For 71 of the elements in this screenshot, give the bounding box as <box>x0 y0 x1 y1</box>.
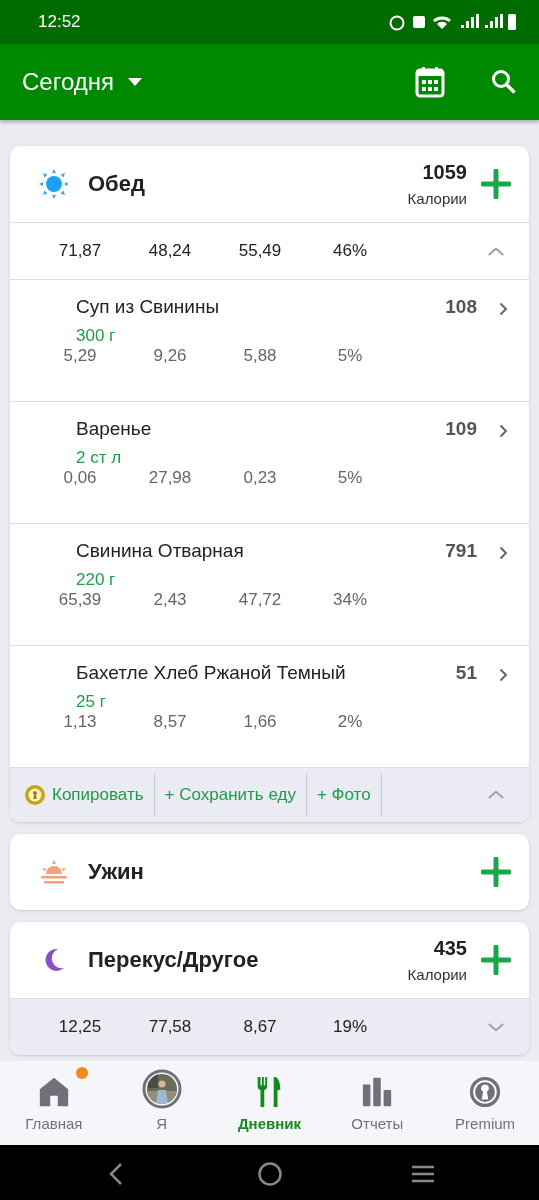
food-macro: 65,39 <box>57 589 103 611</box>
food-row[interactable]: Суп из Свинины 300 г 108 5,29 9,26 5,88 5% <box>10 279 529 401</box>
clock-time: 12:52 <box>38 12 81 32</box>
add-icon[interactable] <box>481 169 511 199</box>
food-macro: 2,43 <box>152 589 188 611</box>
food-macro: 5% <box>336 467 364 489</box>
home-icon[interactable] <box>256 1161 283 1187</box>
food-macro: 1,13 <box>62 711 98 733</box>
calendar-icon[interactable] <box>415 66 445 98</box>
food-calories: 791 <box>445 539 477 563</box>
macro-total: 19% <box>332 1017 368 1037</box>
food-macro: 8,57 <box>152 711 188 733</box>
food-row[interactable]: Варенье 2 ст л 109 0,06 27,98 0,23 5% <box>10 401 529 523</box>
date-title[interactable]: Сегодня <box>22 68 114 96</box>
food-calories: 109 <box>445 417 477 441</box>
macro-total: 55,49 <box>237 241 283 261</box>
food-macro: 1,66 <box>242 711 278 733</box>
chevron-right-icon <box>499 546 508 560</box>
chevron-right-icon <box>499 668 508 682</box>
food-name: Бахетле Хлеб Ржаной Темный <box>76 661 347 685</box>
calorie-total: 1059 <box>422 161 467 184</box>
chevron-right-icon <box>499 302 508 316</box>
food-macro: 5,88 <box>242 345 278 367</box>
food-amount: 300 г <box>76 326 117 346</box>
search-icon[interactable] <box>491 69 517 95</box>
meal-title: Обед <box>88 171 145 197</box>
macro-total: 12,25 <box>57 1017 103 1037</box>
nav-tab[interactable]: Premium <box>431 1061 539 1145</box>
food-row[interactable]: Свинина Отварная 220 г 791 65,39 2,43 47,72 34% <box>10 523 529 645</box>
food-amount: 220 г <box>76 570 117 590</box>
dropdown-caret-icon[interactable] <box>128 78 142 86</box>
nav-tab[interactable]: Отчеты <box>323 1061 432 1145</box>
meal-title: Ужин <box>88 859 144 885</box>
macro-total: 46% <box>332 241 368 261</box>
keyhole-badge-icon <box>468 1074 503 1109</box>
chevron-right-icon <box>499 424 508 438</box>
copy-button[interactable]: Копировать <box>24 774 154 816</box>
keyhole-coin-icon <box>24 784 46 806</box>
food-calories: 108 <box>445 295 477 319</box>
sun-icon <box>38 168 70 200</box>
add-icon[interactable] <box>481 945 511 975</box>
nav-tab[interactable]: Главная <box>0 1061 108 1145</box>
food-macro: 0,06 <box>62 467 98 489</box>
food-name: Суп из Свинины <box>76 295 221 319</box>
food-macro: 5% <box>336 345 364 367</box>
food-macro: 0,23 <box>242 467 278 489</box>
food-name: Свинина Отварная <box>76 539 245 563</box>
nav-tab[interactable]: Я <box>107 1061 216 1145</box>
macro-total: 77,58 <box>147 1017 193 1037</box>
calorie-label: Калории <box>407 190 467 207</box>
meal-title: Перекус/Другое <box>88 947 259 973</box>
food-macro: 34% <box>332 589 368 611</box>
action-button[interactable]: + Сохранить еду <box>164 774 306 816</box>
food-macro: 2% <box>336 711 364 733</box>
food-macro: 5,29 <box>62 345 98 367</box>
food-name: Варенье <box>76 417 153 441</box>
action-button[interactable]: + Фото <box>316 774 381 816</box>
macro-total: 48,24 <box>147 241 193 261</box>
nav-tab[interactable]: Дневник <box>215 1061 324 1145</box>
calorie-total: 435 <box>433 937 467 960</box>
macro-total: 8,67 <box>242 1017 278 1037</box>
chevron-up-icon[interactable] <box>487 245 505 257</box>
calorie-label: Калории <box>407 966 467 983</box>
food-macro: 47,72 <box>237 589 283 611</box>
add-icon[interactable] <box>481 857 511 887</box>
food-amount: 25 г <box>76 692 107 712</box>
food-calories: 51 <box>455 661 477 685</box>
food-macro: 9,26 <box>152 345 188 367</box>
food-amount: 2 ст л <box>76 448 123 468</box>
food-macro: 27,98 <box>147 467 193 489</box>
macro-total: 71,87 <box>57 241 103 261</box>
